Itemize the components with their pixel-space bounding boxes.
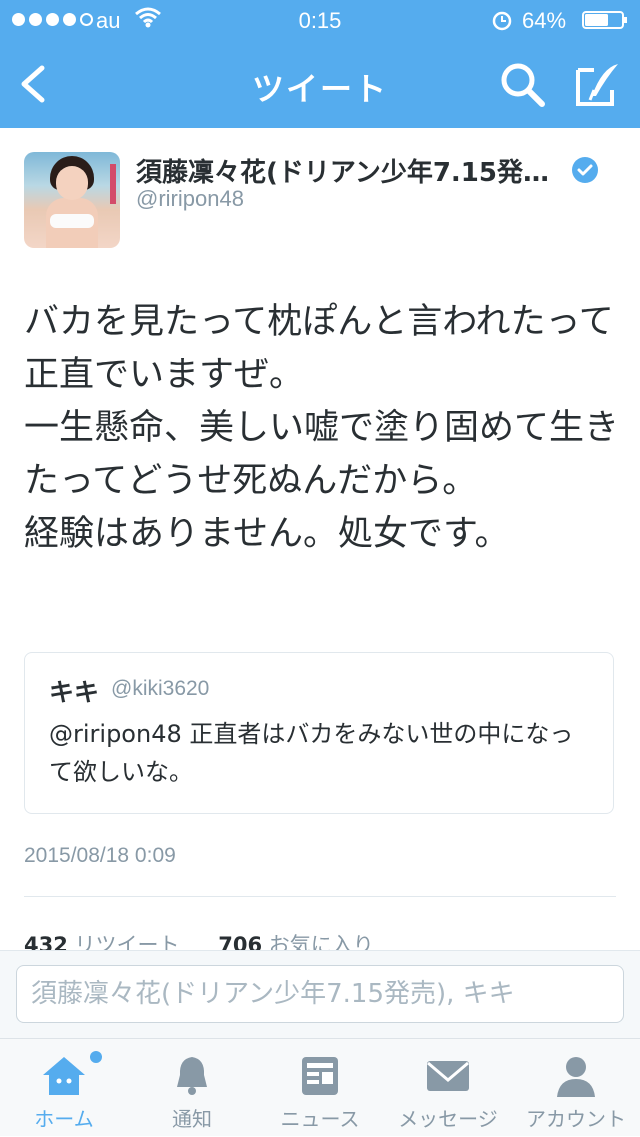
tab-account[interactable]: アカウント — [512, 1039, 640, 1137]
tweet-timestamp: 2015/08/18 0:09 — [24, 844, 176, 867]
tab-home[interactable]: ホーム — [0, 1039, 128, 1137]
tab-label: 通知 — [172, 1107, 212, 1131]
person-icon — [557, 1057, 595, 1097]
quoted-tweet-text: @riripon48 正直者はバカをみない世の中になって欲しいな。 — [49, 720, 574, 786]
quoted-tweet[interactable]: キキ @kiki3620 @riripon48 正直者はバカをみない世の中になっ… — [24, 652, 614, 814]
tab-notifications[interactable]: 通知 — [128, 1039, 256, 1137]
tweet-paragraph: バカを見たって枕ぽんと言われたって正直でいますぜ。 — [24, 302, 614, 395]
tweet-paragraph: 経験はありません。処女です。 — [24, 514, 510, 554]
envelope-icon — [427, 1061, 469, 1091]
tab-news[interactable]: ニュース — [256, 1039, 384, 1137]
top-bar: au 0:15 64% ツイート — [0, 0, 640, 128]
author-name[interactable]: 須藤凜々花(ドリアン少年7.15発… — [136, 152, 576, 189]
tab-label: メッセージ — [398, 1107, 498, 1131]
favorite-stat[interactable]: 706 お気に入り — [218, 933, 390, 951]
favorite-count: 706 — [218, 933, 263, 951]
search-icon[interactable] — [498, 60, 546, 108]
alarm-icon — [492, 11, 512, 31]
new-content-dot — [90, 1051, 102, 1063]
retweet-label: リツイート — [74, 933, 180, 951]
favorite-label: お気に入り — [268, 933, 374, 951]
tab-label: アカウント — [526, 1107, 626, 1131]
home-icon — [43, 1057, 85, 1095]
verified-badge-icon — [572, 157, 598, 183]
news-icon — [302, 1057, 338, 1095]
tab-bar: ホーム 通知 ニュース メッセージ アカウント — [0, 1038, 640, 1136]
battery-percent: 64% — [522, 8, 567, 33]
author-handle[interactable]: @riripon48 — [136, 186, 244, 212]
reply-input[interactable]: 須藤凜々花(ドリアン少年7.15発売), キキ — [16, 965, 624, 1023]
status-bar: au 0:15 64% — [0, 0, 640, 40]
compose-icon[interactable] — [572, 60, 622, 108]
retweet-count: 432 — [24, 933, 68, 951]
battery-icon — [582, 11, 627, 29]
avatar[interactable] — [24, 152, 120, 248]
divider — [24, 896, 616, 897]
tab-label: ニュース — [280, 1107, 360, 1131]
bell-icon — [177, 1057, 207, 1095]
quoted-author-name: キキ — [49, 678, 100, 707]
reply-bar: 須藤凜々花(ドリアン少年7.15発売), キキ — [0, 950, 640, 1038]
tweet-text: バカを見たって枕ぽんと言われたって正直でいますぜ。 一生懸命、美しい嘘で塗り固め… — [24, 296, 620, 561]
quoted-author-handle: @kiki3620 — [111, 677, 210, 700]
retweet-stat[interactable]: 432 リツイート — [24, 933, 196, 951]
tab-label: ホーム — [34, 1107, 94, 1131]
tweet-paragraph: 一生懸命、美しい嘘で塗り固めて生きたってどうせ死ぬんだから。 — [24, 408, 620, 501]
tweet-stats: 432 リツイート 706 お気に入り — [24, 929, 406, 951]
tab-messages[interactable]: メッセージ — [384, 1039, 512, 1137]
